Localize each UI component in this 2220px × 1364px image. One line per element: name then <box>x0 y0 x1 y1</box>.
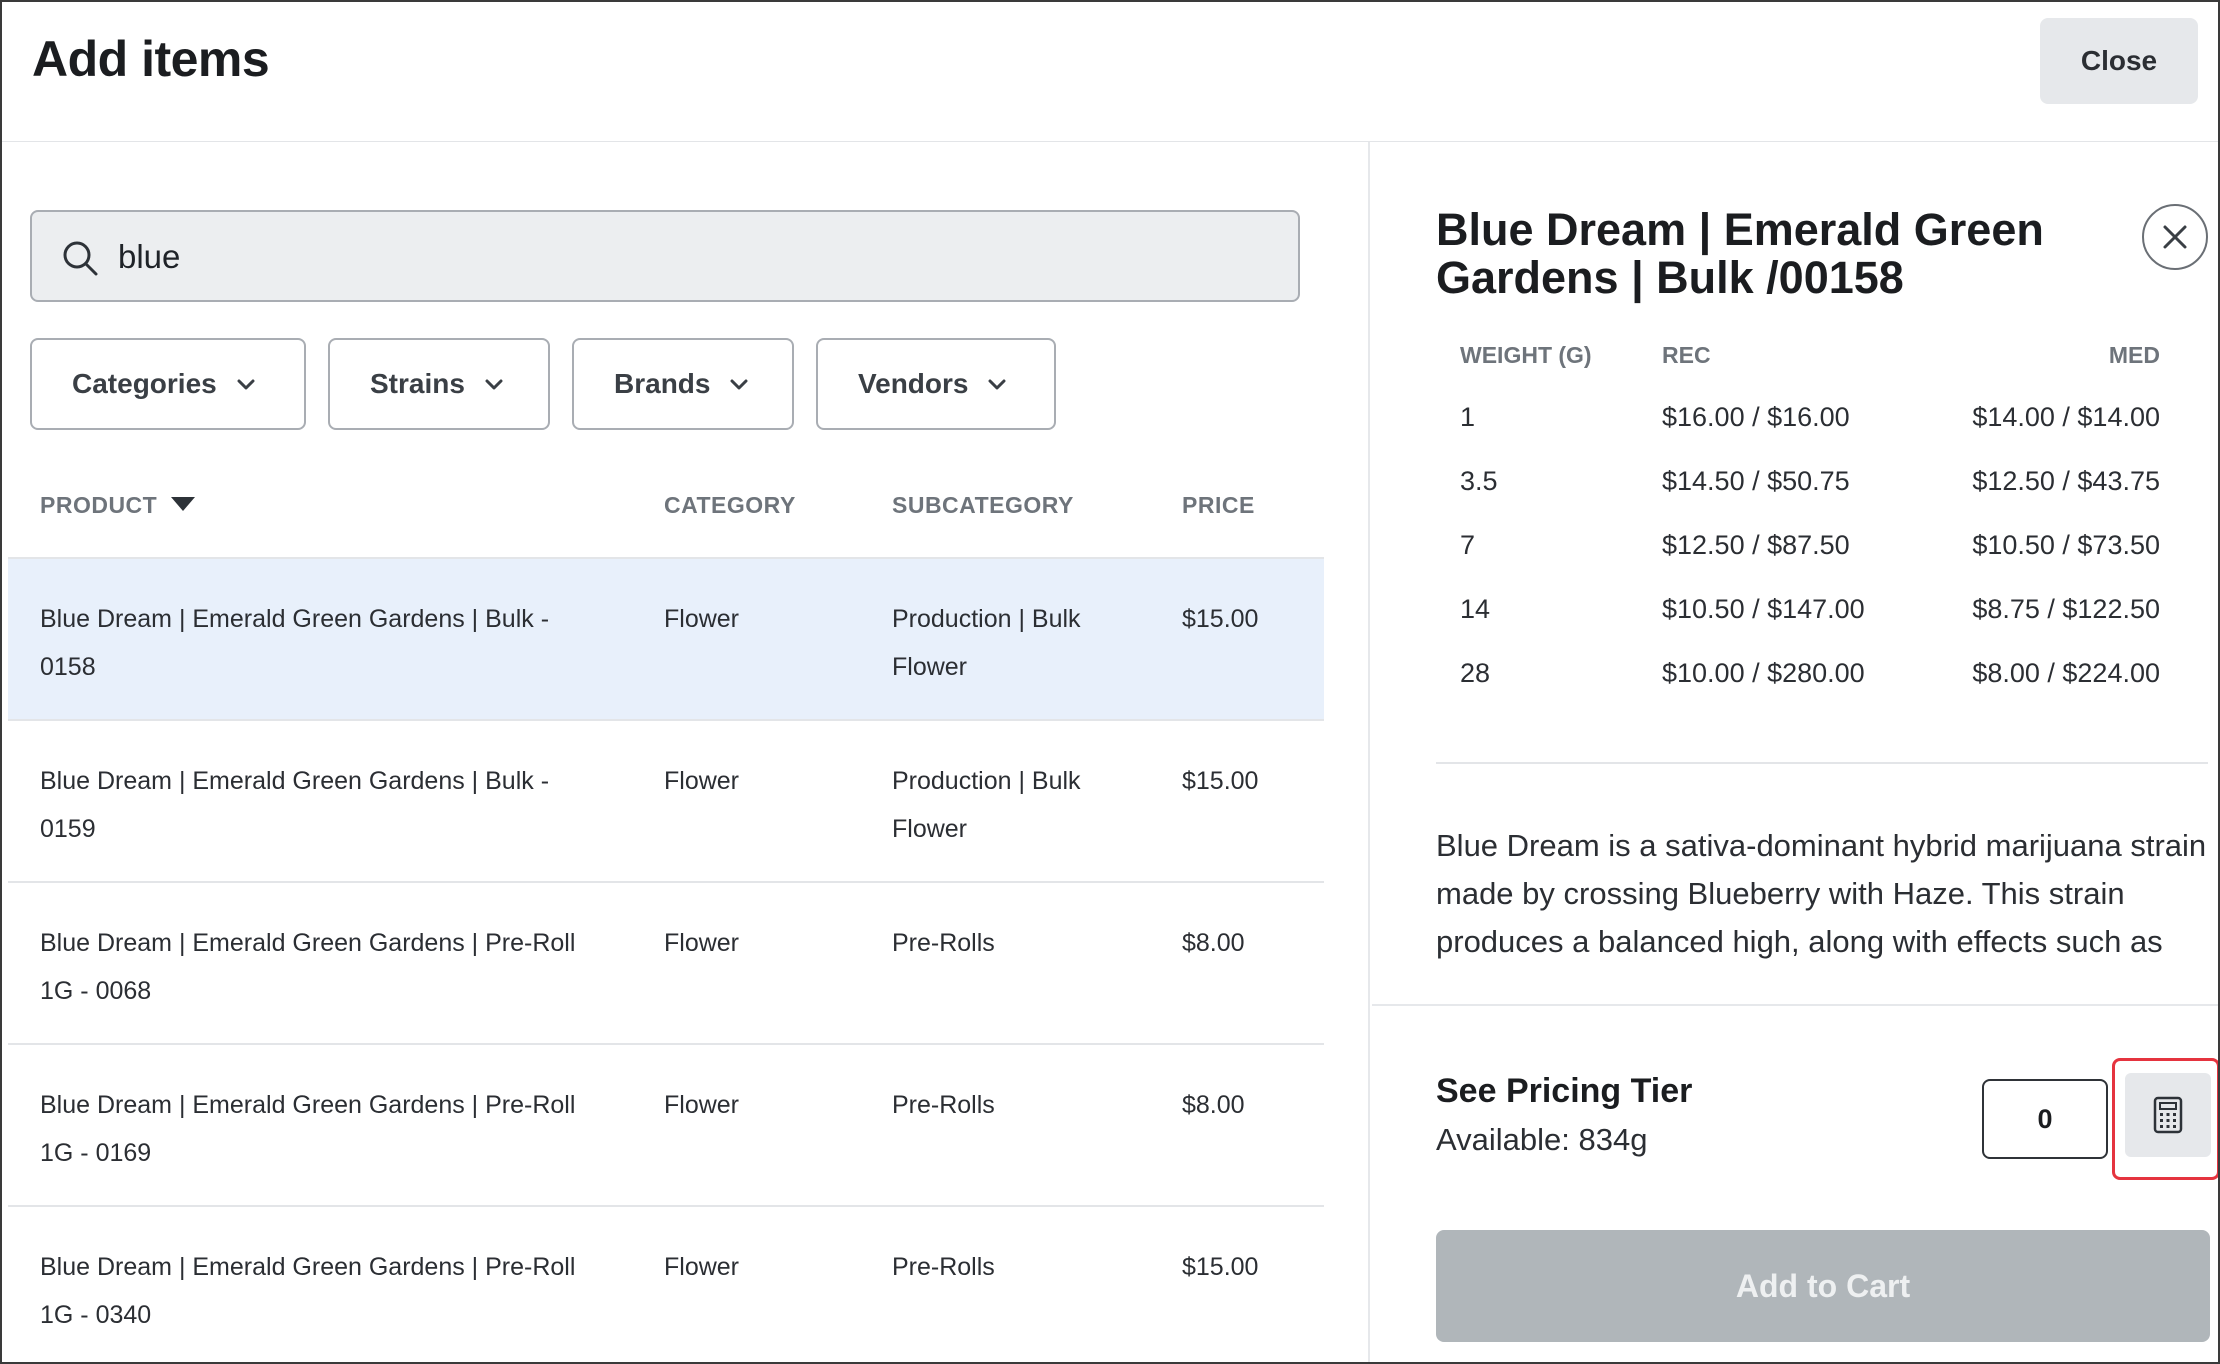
pricing-weight: 28 <box>1460 658 1491 688</box>
product-table: Blue Dream | Emerald Green Gardens | Bul… <box>8 557 1324 1362</box>
close-icon <box>2163 225 2187 249</box>
filter-bar: Categories Strains Brands Vendors <box>30 338 1056 430</box>
pricing-rec: $10.50 / $147.00 <box>1662 594 1865 624</box>
add-to-cart-button[interactable]: Add to Cart <box>1436 1230 2210 1342</box>
quantity-input[interactable] <box>1982 1079 2108 1159</box>
product-category: Flower <box>664 1253 740 1281</box>
column-header-subcategory[interactable]: SUBCATEGORY <box>892 492 1074 519</box>
pricing-rec: $16.00 / $16.00 <box>1662 402 1850 432</box>
product-price: $15.00 <box>1182 1253 1259 1281</box>
pricing-header-rec: REC <box>1662 342 1711 368</box>
pricing-med: $8.75 / $122.50 <box>1972 594 2160 624</box>
pricing-row: 14 $10.50 / $147.00 $8.75 / $122.50 <box>1436 594 2180 658</box>
product-name: Blue Dream | Emerald Green Gardens | Pre… <box>40 1091 576 1167</box>
close-detail-button[interactable] <box>2142 204 2208 270</box>
product-name: Blue Dream | Emerald Green Gardens | Bul… <box>40 767 550 843</box>
product-subcategory: Production | Bulk Flower <box>892 605 1081 681</box>
product-list-pane: Categories Strains Brands Vendors PRODUC… <box>2 142 1370 1362</box>
pricing-row: 3.5 $14.50 / $50.75 $12.50 / $43.75 <box>1436 466 2180 530</box>
pricing-row: 7 $12.50 / $87.50 $10.50 / $73.50 <box>1436 530 2180 594</box>
pricing-weight: 7 <box>1460 530 1476 560</box>
chevron-down-icon <box>237 379 255 390</box>
product-subcategory: Pre-Rolls <box>892 1091 995 1119</box>
table-row[interactable]: Blue Dream | Emerald Green Gardens | Pre… <box>8 881 1324 1043</box>
table-row[interactable]: Blue Dream | Emerald Green Gardens | Pre… <box>8 1205 1324 1362</box>
calculator-highlight <box>2112 1058 2218 1180</box>
chevron-down-icon <box>730 379 748 390</box>
calculator-icon <box>2153 1096 2183 1134</box>
product-description: Blue Dream is a sativa-dominant hybrid m… <box>1436 828 2207 959</box>
pricing-row: 28 $10.00 / $280.00 $8.00 / $224.00 <box>1436 658 2180 722</box>
product-category: Flower <box>664 1091 740 1119</box>
column-label: PRODUCT <box>40 492 158 518</box>
product-subcategory: Pre-Rolls <box>892 929 995 957</box>
divider <box>1372 1004 2218 1006</box>
search-box[interactable] <box>30 210 1300 302</box>
table-row[interactable]: Blue Dream | Emerald Green Gardens | Bul… <box>8 719 1324 881</box>
product-category: Flower <box>664 605 740 633</box>
filter-categories[interactable]: Categories <box>30 338 306 430</box>
chevron-down-icon <box>485 379 503 390</box>
pricing-table: WEIGHT (G) REC MED 1 $16.00 / $16.00 $14… <box>1436 342 2180 722</box>
modal-header: Add items Close <box>2 2 2218 142</box>
pricing-header-weight: WEIGHT (G) <box>1460 342 1592 368</box>
search-icon <box>63 241 98 276</box>
add-items-modal: Add items Close Categories Strains Brand… <box>0 0 2220 1364</box>
product-name: Blue Dream | Emerald Green Gardens | Pre… <box>40 929 576 1005</box>
product-subcategory: Production | Bulk Flower <box>892 767 1081 843</box>
filter-label: Vendors <box>858 368 969 399</box>
pricing-weight: 3.5 <box>1460 466 1498 496</box>
table-row[interactable]: Blue Dream | Emerald Green Gardens | Pre… <box>8 1043 1324 1205</box>
product-subcategory: Pre-Rolls <box>892 1253 995 1281</box>
filter-label: Brands <box>614 368 711 399</box>
table-row[interactable]: Blue Dream | Emerald Green Gardens | Bul… <box>8 557 1324 719</box>
filter-label: Strains <box>370 368 465 399</box>
pricing-weight: 14 <box>1460 594 1491 624</box>
column-header-price[interactable]: PRICE <box>1182 492 1255 519</box>
product-name: Blue Dream | Emerald Green Gardens | Pre… <box>40 1253 576 1329</box>
filter-vendors[interactable]: Vendors <box>816 338 1056 430</box>
product-category: Flower <box>664 767 740 795</box>
product-price: $8.00 <box>1182 1091 1245 1119</box>
filter-label: Categories <box>72 368 217 399</box>
pricing-med: $10.50 / $73.50 <box>1972 530 2160 560</box>
product-detail-pane: Blue Dream | Emerald Green Gardens | Bul… <box>1372 142 2218 1362</box>
available-quantity: Available: 834g <box>1436 1122 1648 1157</box>
page-title: Add items <box>32 31 270 87</box>
search-input[interactable] <box>118 230 1268 284</box>
table-header: PRODUCT CATEGORY SUBCATEGORY PRICE <box>2 492 1324 548</box>
product-price: $15.00 <box>1182 605 1259 633</box>
product-name: Blue Dream | Emerald Green Gardens | Bul… <box>40 605 550 681</box>
product-price: $15.00 <box>1182 767 1259 795</box>
pricing-rec: $12.50 / $87.50 <box>1662 530 1850 560</box>
sort-descending-icon <box>171 497 196 511</box>
pricing-rec: $10.00 / $280.00 <box>1662 658 1865 688</box>
column-header-category[interactable]: CATEGORY <box>664 492 796 519</box>
divider <box>1436 762 2208 764</box>
pricing-header-med: MED <box>2108 342 2160 368</box>
column-header-product[interactable]: PRODUCT <box>40 492 196 519</box>
pricing-weight: 1 <box>1460 402 1476 432</box>
chevron-down-icon <box>988 379 1006 390</box>
pricing-table-header: WEIGHT (G) REC MED <box>1436 342 2180 402</box>
filter-brands[interactable]: Brands <box>572 338 794 430</box>
close-button[interactable]: Close <box>2040 18 2198 104</box>
pricing-tier-link[interactable]: See Pricing Tier <box>1436 1072 1692 1111</box>
filter-strains[interactable]: Strains <box>328 338 550 430</box>
calculator-button[interactable] <box>2125 1073 2211 1157</box>
product-category: Flower <box>664 929 740 957</box>
pricing-med: $14.00 / $14.00 <box>1972 402 2160 432</box>
pricing-med: $12.50 / $43.75 <box>1972 466 2160 496</box>
pricing-med: $8.00 / $224.00 <box>1972 658 2160 688</box>
product-detail-title: Blue Dream | Emerald Green Gardens | Bul… <box>1436 204 2044 303</box>
product-price: $8.00 <box>1182 929 1245 957</box>
pricing-rec: $14.50 / $50.75 <box>1662 466 1850 496</box>
pricing-row: 1 $16.00 / $16.00 $14.00 / $14.00 <box>1436 402 2180 466</box>
